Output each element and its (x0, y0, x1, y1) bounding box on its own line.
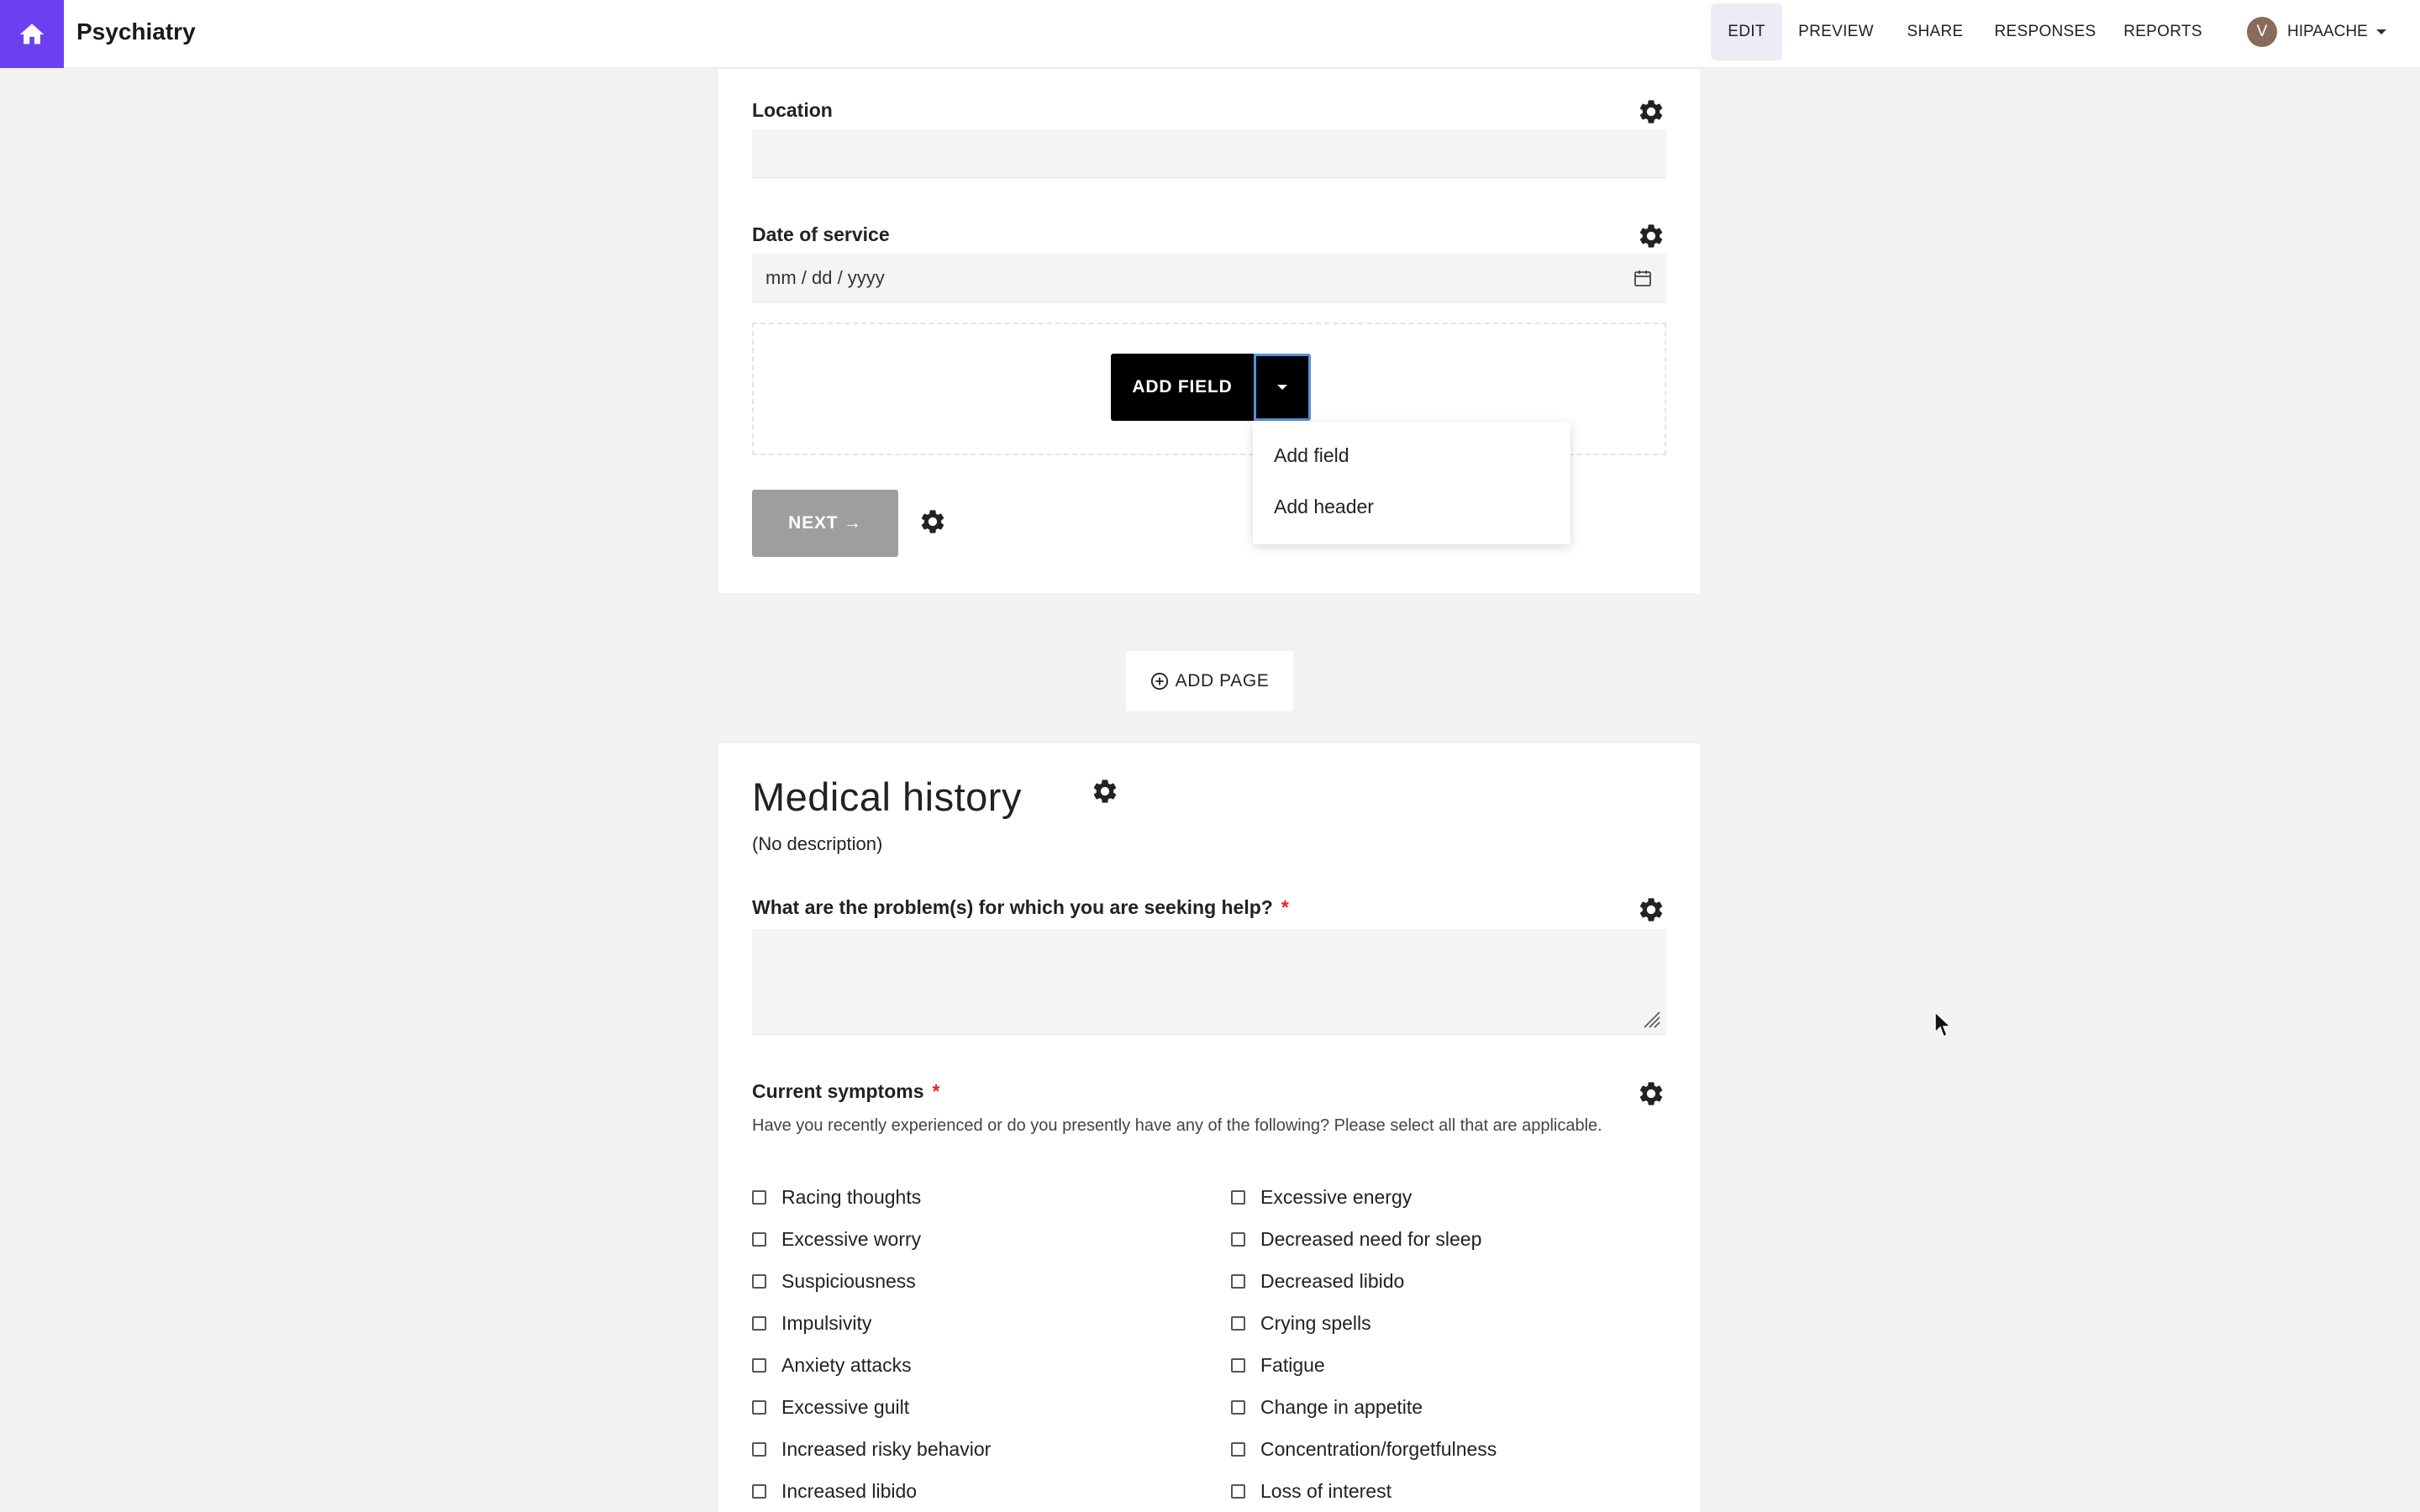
app-title: Psychiatry (76, 18, 196, 45)
option-label: Crying spells (1260, 1312, 1371, 1334)
menu-item-add-header[interactable]: Add header (1274, 496, 1374, 518)
checkbox-option[interactable]: Decreased need for sleep (1231, 1228, 1481, 1251)
chevron-down-icon (2375, 29, 2386, 34)
gear-icon[interactable] (918, 507, 947, 536)
checkbox-option[interactable]: Excessive worry (752, 1228, 921, 1251)
field-description: Have you recently experienced or do you … (752, 1116, 1602, 1135)
question-label: What are the problem(s) for which you ar… (752, 896, 1273, 918)
checkbox[interactable] (1231, 1484, 1245, 1499)
tab-share[interactable]: SHARE (1899, 3, 1971, 60)
checkbox[interactable] (1231, 1274, 1245, 1289)
checkbox[interactable] (1231, 1358, 1245, 1373)
mouse-cursor-icon (1934, 1011, 1952, 1038)
caret-down-icon (1277, 385, 1287, 390)
checkbox[interactable] (1231, 1316, 1245, 1331)
tab-preview[interactable]: PREVIEW (1792, 3, 1880, 60)
gear-icon[interactable] (1637, 1079, 1665, 1108)
tab-responses[interactable]: RESPONSES (1991, 3, 2099, 60)
field-label-current-symptoms: Current symptoms * (752, 1080, 939, 1103)
field-label-problems: What are the problem(s) for which you ar… (752, 896, 1289, 919)
checkbox[interactable] (752, 1358, 766, 1373)
checkbox[interactable] (752, 1442, 766, 1457)
checkbox-option[interactable]: Crying spells (1231, 1312, 1371, 1335)
option-label: Increased risky behavior (781, 1438, 992, 1460)
option-label: Decreased need for sleep (1260, 1228, 1482, 1250)
gear-icon[interactable] (1637, 222, 1665, 250)
checkbox[interactable] (752, 1316, 766, 1331)
checkbox-option[interactable]: Suspiciousness (752, 1270, 916, 1293)
gear-icon[interactable] (1637, 895, 1665, 924)
option-label: Excessive guilt (781, 1396, 910, 1418)
checkbox-option[interactable]: Decreased libido (1231, 1270, 1404, 1293)
required-mark: * (932, 1080, 940, 1102)
calendar-icon[interactable] (1633, 268, 1653, 288)
add-field-dropdown-toggle[interactable] (1254, 354, 1311, 421)
gear-icon[interactable] (1091, 777, 1119, 806)
add-field-button[interactable]: ADD FIELD (1111, 354, 1254, 421)
checkbox[interactable] (1231, 1232, 1245, 1247)
page-description[interactable]: (No description) (752, 833, 882, 855)
checkbox-option[interactable]: Increased risky behavior (752, 1438, 991, 1461)
option-label: Impulsivity (781, 1312, 872, 1334)
checkbox-option[interactable]: Racing thoughts (752, 1186, 921, 1209)
checkbox[interactable] (1231, 1190, 1245, 1205)
add-field-menu: Add field Add header (1253, 422, 1570, 544)
add-page-label: ADD PAGE (1175, 671, 1270, 690)
top-bar: Psychiatry EDIT PREVIEW SHARE RESPONSES … (0, 0, 2420, 68)
option-label: Increased libido (781, 1480, 918, 1502)
add-circle-icon (1150, 672, 1168, 690)
checkbox-option[interactable]: Fatigue (1231, 1354, 1325, 1377)
checkbox[interactable] (752, 1232, 766, 1247)
location-input[interactable] (752, 129, 1666, 178)
checkbox-option[interactable]: Impulsivity (752, 1312, 871, 1335)
date-placeholder: mm / dd / yyyy (765, 267, 885, 288)
user-menu[interactable]: V HIPAACHE (2247, 17, 2386, 47)
option-label: Loss of interest (1260, 1480, 1392, 1502)
checkbox-option[interactable]: Anxiety attacks (752, 1354, 912, 1377)
user-name: HIPAACHE (2287, 23, 2368, 40)
option-label: Anxiety attacks (781, 1354, 912, 1376)
date-of-service-input[interactable]: mm / dd / yyyy (752, 254, 1666, 302)
checkbox-option[interactable]: Concentration/forgetfulness (1231, 1438, 1497, 1461)
option-label: Excessive energy (1260, 1186, 1413, 1208)
option-label: Concentration/forgetfulness (1260, 1438, 1497, 1460)
option-label: Fatigue (1260, 1354, 1325, 1376)
resize-handle-icon[interactable] (1641, 1009, 1661, 1029)
question-label: Current symptoms (752, 1080, 924, 1102)
avatar: V (2247, 17, 2277, 47)
checkbox[interactable] (1231, 1400, 1245, 1415)
checkbox-option[interactable]: Increased libido (752, 1480, 917, 1503)
checkbox[interactable] (752, 1400, 766, 1415)
add-page-button[interactable]: ADD PAGE (1126, 651, 1293, 711)
home-button[interactable] (0, 0, 64, 68)
checkbox-option[interactable]: Excessive guilt (752, 1396, 909, 1419)
required-mark: * (1281, 896, 1289, 918)
field-label-date-of-service: Date of service (752, 223, 890, 245)
checkbox-option[interactable]: Excessive energy (1231, 1186, 1412, 1209)
checkbox[interactable] (752, 1274, 766, 1289)
tab-edit[interactable]: EDIT (1711, 3, 1782, 60)
option-label: Decreased libido (1260, 1270, 1405, 1292)
page-title[interactable]: Medical history (752, 774, 1022, 820)
tab-reports[interactable]: REPORTS (2120, 3, 2206, 60)
field-label-location: Location (752, 99, 833, 121)
checkbox-option[interactable]: Loss of interest (1231, 1480, 1392, 1503)
problems-textarea[interactable] (752, 929, 1666, 1035)
option-label: Change in appetite (1260, 1396, 1423, 1418)
option-label: Racing thoughts (781, 1186, 922, 1208)
option-label: Excessive worry (781, 1228, 922, 1250)
menu-item-add-field[interactable]: Add field (1274, 444, 1349, 467)
checkbox[interactable] (752, 1190, 766, 1205)
next-button[interactable]: NEXT → (752, 490, 898, 557)
gear-icon[interactable] (1637, 97, 1665, 126)
checkbox[interactable] (752, 1484, 766, 1499)
form-page-card: Medical history (No description) What ar… (718, 743, 1700, 1512)
home-icon (19, 23, 45, 44)
checkbox-option[interactable]: Change in appetite (1231, 1396, 1423, 1419)
option-label: Suspiciousness (781, 1270, 916, 1292)
checkbox[interactable] (1231, 1442, 1245, 1457)
